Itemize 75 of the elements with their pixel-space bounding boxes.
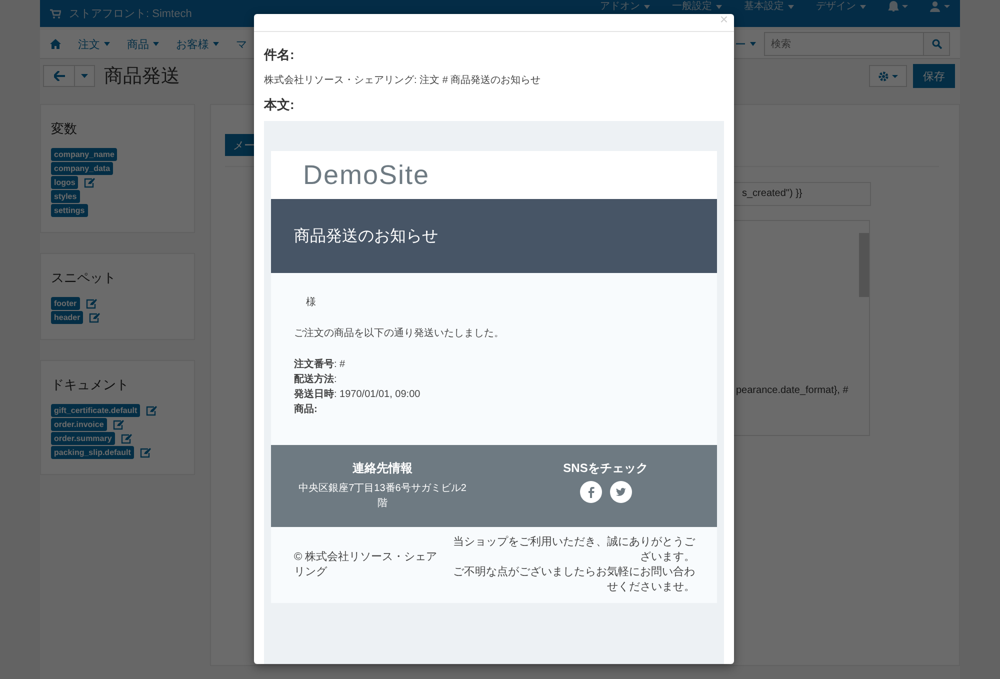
caret-icon [644, 4, 650, 8]
nav-menu-item[interactable]: 商品 [127, 36, 159, 52]
caret-icon [81, 74, 88, 78]
top-menu-item[interactable]: 基本設定 [744, 1, 794, 12]
caret-icon [104, 42, 110, 46]
edit-icon[interactable] [89, 312, 100, 322]
top-menu-item[interactable]: デザイン [816, 1, 866, 12]
card-title: 変数 [51, 120, 78, 138]
card-title: スニペット [51, 269, 117, 287]
twitter-icon[interactable] [610, 481, 632, 503]
variable-tag[interactable]: gift_certificate.default [51, 404, 140, 417]
sns-title: SNSをチェック [563, 460, 648, 477]
dropdown-button[interactable] [75, 65, 95, 87]
salutation-text: 様 [305, 296, 317, 309]
code-text: pearance.date_format}, # [736, 385, 848, 397]
user-icon[interactable] [930, 1, 950, 12]
edit-icon[interactable] [140, 448, 151, 458]
edit-icon[interactable] [120, 434, 132, 444]
copyright-text: © 株式会社リソース・シェアリング [294, 550, 438, 580]
subject-label: 件名: [264, 46, 296, 64]
detail-line: 配送方法: [294, 372, 338, 387]
nav-menu-item[interactable]: お客様 [176, 36, 219, 52]
subject-text: 株式会社リソース・シェアリング: 注文 # 商品発送のお知らせ [264, 74, 542, 87]
nav-menu-item[interactable]: ー [735, 36, 756, 52]
search-icon [932, 39, 942, 49]
variable-tag[interactable]: order.summary [51, 432, 115, 445]
store-name[interactable]: ストアフロント: Simtech [69, 6, 192, 21]
caret-icon [153, 42, 159, 46]
arrow-left-icon [54, 71, 64, 81]
contact-title: 連絡先情報 [352, 460, 412, 477]
close-button[interactable]: × [720, 14, 728, 31]
email-heading: 商品発送のお知らせ [294, 226, 438, 246]
settings-button[interactable] [869, 65, 907, 87]
caret-icon [213, 42, 219, 46]
address-text: 中央区銀座7丁目13番6号サガミビル2階 [298, 482, 468, 511]
variable-tag[interactable]: company_data [51, 162, 114, 175]
search-field[interactable]: 検索 [764, 32, 926, 56]
detail-line: 発送日時: 1970/01/01, 09:00 [294, 388, 422, 402]
back-button[interactable] [43, 65, 75, 87]
detail-line: 注文番号: # [294, 357, 346, 372]
variable-tag[interactable]: footer [51, 297, 80, 310]
variable-tag[interactable]: order.invoice [51, 418, 107, 431]
variable-tag[interactable]: header [51, 311, 84, 324]
variable-tag[interactable]: packing_slip.default [51, 446, 134, 459]
variable-tag[interactable]: styles [51, 190, 80, 203]
top-menu-item[interactable]: 一般設定 [672, 1, 722, 12]
variable-tag[interactable]: logos [51, 176, 78, 189]
thanks-text: ご不明な点がございましたらお気軽にお問い合わせくださいませ。 [452, 565, 695, 595]
home-icon[interactable] [50, 39, 61, 49]
nav-menu-item[interactable]: 注文 [78, 36, 110, 52]
facebook-icon[interactable] [580, 481, 602, 503]
variable-tag[interactable]: settings [51, 204, 88, 217]
body-label: 本文: [264, 96, 296, 114]
edit-icon[interactable] [84, 178, 96, 188]
edit-icon[interactable] [86, 298, 97, 308]
variable-tag[interactable]: company_name [51, 148, 118, 161]
card-title: ドキュメント [51, 376, 130, 394]
page-title: 商品発送 [104, 65, 180, 89]
caret-icon [788, 4, 794, 8]
settings-icon [878, 70, 898, 82]
save-button[interactable]: 保存 [913, 64, 955, 88]
thanks-text: 当ショップをご利用いただき、誠にありがとうございます。 [452, 535, 695, 565]
caret-icon [860, 4, 866, 8]
edit-icon[interactable] [112, 420, 124, 430]
logo-text: DemoSite [271, 151, 717, 199]
cart-icon [50, 8, 61, 18]
search-button[interactable] [923, 32, 950, 56]
intro-text: ご注文の商品を以下の通り発送いたしました。 [294, 326, 505, 340]
nav-menu-item[interactable]: マ [236, 36, 247, 52]
caret-icon [750, 42, 756, 46]
top-menu-item[interactable]: アドオン [600, 1, 650, 12]
detail-line: 商品: [294, 402, 318, 417]
caret-icon [716, 4, 722, 8]
bell-icon[interactable] [888, 1, 908, 12]
edit-icon[interactable] [146, 406, 158, 416]
